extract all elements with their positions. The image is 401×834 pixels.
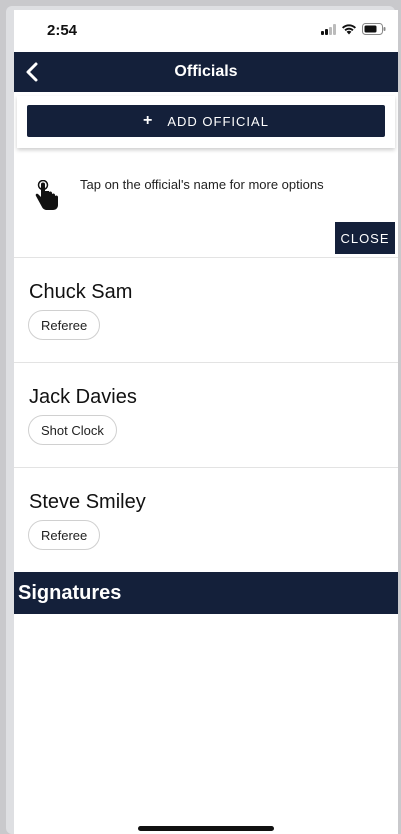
wifi-icon [341, 23, 357, 35]
plus-icon: + [143, 112, 154, 129]
official-role-badge: Referee [28, 310, 101, 340]
hint-text: Tap on the official's name for more opti… [80, 177, 324, 192]
signal-icon [321, 23, 336, 35]
hint-section: Tap on the official's name for more opti… [14, 160, 398, 255]
status-bar: 2:54 [14, 10, 398, 52]
official-row[interactable]: Steve Smiley Referee [14, 467, 398, 572]
phone-screen: 2:54 Officials + ADD OFFICIAL Tap on the… [14, 10, 398, 834]
official-role-badge: Shot Clock [28, 415, 117, 445]
status-time: 2:54 [47, 22, 78, 39]
close-button[interactable]: CLOSE [335, 222, 395, 254]
signatures-header: Signatures [14, 572, 398, 614]
add-official-label: ADD OFFICIAL [167, 113, 269, 129]
add-official-button[interactable]: + ADD OFFICIAL [27, 105, 385, 137]
home-indicator[interactable] [138, 826, 274, 831]
official-name[interactable]: Chuck Sam [29, 281, 132, 304]
official-name[interactable]: Steve Smiley [29, 491, 146, 514]
page-title: Officials [174, 63, 238, 80]
status-icons [321, 23, 386, 35]
signatures-title: Signatures [18, 582, 122, 604]
official-name[interactable]: Jack Davies [29, 386, 137, 409]
official-role-badge: Referee [28, 520, 101, 550]
officials-list: Chuck Sam Referee Jack Davies Shot Clock… [14, 257, 398, 572]
nav-bar: Officials [14, 52, 398, 92]
official-row[interactable]: Jack Davies Shot Clock [14, 362, 398, 467]
official-row[interactable]: Chuck Sam Referee [14, 257, 398, 362]
battery-icon [362, 23, 386, 35]
tap-hand-icon [34, 179, 60, 212]
add-official-panel: + ADD OFFICIAL [17, 96, 395, 148]
